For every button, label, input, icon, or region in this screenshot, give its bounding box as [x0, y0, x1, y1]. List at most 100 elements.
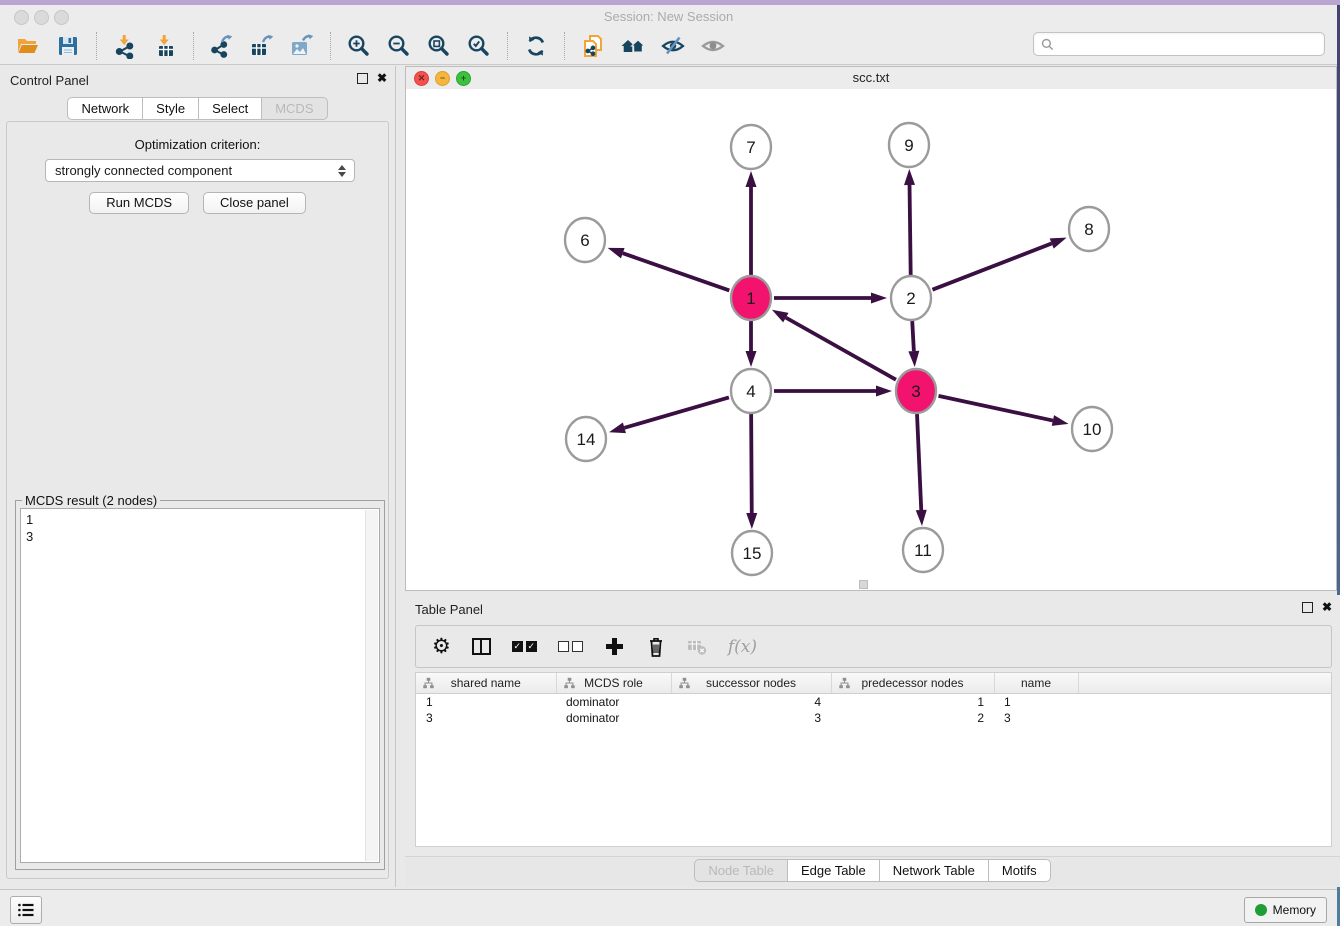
- edge-2-8[interactable]: [932, 243, 1051, 289]
- node-label-15: 15: [743, 544, 762, 563]
- delete-table-icon: [687, 638, 707, 656]
- edge-2-3[interactable]: [912, 321, 914, 351]
- cell-name[interactable]: 1: [994, 694, 1078, 711]
- zoom-out-icon[interactable]: [384, 31, 414, 61]
- control-tab-mcds[interactable]: MCDS: [262, 97, 327, 120]
- attribute-icon: [838, 677, 851, 689]
- export-table-icon[interactable]: [247, 31, 277, 61]
- toolbar-separator: [507, 32, 508, 60]
- node-label-1: 1: [746, 289, 755, 308]
- import-table-icon[interactable]: [150, 31, 180, 61]
- edge-arrow-3-10: [1052, 415, 1069, 426]
- table-row[interactable]: 1dominator411: [416, 694, 1331, 711]
- cell-predecessor-nodes[interactable]: 2: [831, 710, 994, 726]
- cell-predecessor-nodes[interactable]: 1: [831, 694, 994, 711]
- table-tab-node-table[interactable]: Node Table: [694, 859, 788, 882]
- zoom-fit-icon[interactable]: [424, 31, 454, 61]
- delete-row-icon[interactable]: [646, 635, 666, 658]
- cell-shared-name[interactable]: 3: [416, 710, 556, 726]
- export-image-icon[interactable]: [287, 31, 317, 61]
- search-input[interactable]: [1058, 34, 1324, 54]
- edge-arrow-2-3: [908, 351, 919, 367]
- network-title: scc.txt: [406, 70, 1336, 85]
- select-all-columns-icon[interactable]: ✓✓: [512, 641, 537, 652]
- network-graph[interactable]: 1234678910111415: [406, 89, 1336, 591]
- function-builder-icon: f(x): [728, 637, 757, 657]
- network-canvas[interactable]: 1234678910111415: [406, 89, 1336, 590]
- column-header-shared-name[interactable]: shared name: [416, 673, 556, 694]
- criterion-value: strongly connected component: [46, 163, 333, 178]
- node-label-11: 11: [914, 541, 932, 560]
- edge-arrow-4-3: [876, 386, 892, 397]
- import-network-icon[interactable]: [110, 31, 140, 61]
- edge-2-9[interactable]: [910, 185, 911, 275]
- column-header-mcds-role[interactable]: MCDS role: [556, 673, 671, 694]
- column-header-name[interactable]: name: [994, 673, 1078, 694]
- task-history-button[interactable]: [10, 896, 42, 924]
- table-settings-icon[interactable]: ⚙: [432, 636, 451, 657]
- column-header-predecessor-nodes[interactable]: predecessor nodes: [831, 673, 994, 694]
- table-tab-motifs[interactable]: Motifs: [989, 859, 1051, 882]
- float-panel-icon[interactable]: [357, 73, 368, 84]
- column-header-successor-nodes[interactable]: successor nodes: [671, 673, 831, 694]
- table-panel-title: Table Panel: [415, 602, 483, 617]
- select-stepper-icon: [333, 165, 351, 177]
- edge-4-15[interactable]: [751, 414, 752, 513]
- cell-successor-nodes[interactable]: 4: [671, 694, 831, 711]
- table-tab-network-table[interactable]: Network Table: [880, 859, 989, 882]
- deselect-all-columns-icon[interactable]: [558, 641, 583, 652]
- node-table: shared nameMCDS rolesuccessor nodesprede…: [415, 672, 1332, 847]
- table-toolbar: ⚙ ✓✓ f(x): [415, 625, 1332, 668]
- cell-successor-nodes[interactable]: 3: [671, 710, 831, 726]
- control-tab-select[interactable]: Select: [199, 97, 262, 120]
- refresh-view-icon[interactable]: [521, 31, 551, 61]
- copy-network-icon[interactable]: [578, 31, 608, 61]
- mcds-result-text[interactable]: 1 3: [20, 508, 380, 863]
- edge-3-10[interactable]: [938, 396, 1052, 421]
- edge-arrow-2-9: [904, 169, 915, 185]
- application-window: Session: New Session Control Panel: [0, 0, 1340, 926]
- table-row[interactable]: 3dominator323: [416, 710, 1331, 726]
- node-label-4: 4: [746, 382, 755, 401]
- zoom-selected-icon[interactable]: [464, 31, 494, 61]
- close-panel-icon[interactable]: ✖: [377, 72, 387, 84]
- edge-4-14[interactable]: [624, 397, 729, 427]
- show-columns-icon[interactable]: [472, 638, 491, 655]
- show-selected-icon[interactable]: [698, 31, 728, 61]
- open-session-icon[interactable]: [13, 31, 43, 61]
- cell-mcds-role[interactable]: dominator: [556, 694, 671, 711]
- attribute-icon: [678, 677, 691, 689]
- zoom-in-icon[interactable]: [344, 31, 374, 61]
- show-all-networks-icon[interactable]: [618, 31, 648, 61]
- result-scrollbar[interactable]: [365, 510, 378, 861]
- node-label-7: 7: [746, 138, 755, 157]
- node-label-9: 9: [904, 136, 913, 155]
- node-label-10: 10: [1083, 420, 1102, 439]
- hide-selected-icon[interactable]: [658, 31, 688, 61]
- control-tab-style[interactable]: Style: [143, 97, 199, 120]
- list-icon: [17, 902, 35, 918]
- cell-mcds-role[interactable]: dominator: [556, 710, 671, 726]
- canvas-resize-handle[interactable]: [859, 580, 868, 589]
- criterion-select[interactable]: strongly connected component: [45, 159, 355, 182]
- table-tab-edge-table[interactable]: Edge Table: [788, 859, 880, 882]
- run-mcds-button[interactable]: Run MCDS: [89, 192, 189, 214]
- cell-name[interactable]: 3: [994, 710, 1078, 726]
- cell-shared-name[interactable]: 1: [416, 694, 556, 711]
- node-label-3: 3: [911, 382, 920, 401]
- control-tab-network[interactable]: Network: [67, 97, 143, 120]
- node-label-6: 6: [580, 231, 589, 250]
- attribute-icon: [422, 677, 435, 689]
- edge-3-1[interactable]: [786, 318, 896, 380]
- search-box[interactable]: [1033, 32, 1325, 56]
- float-table-panel-icon[interactable]: [1302, 602, 1313, 613]
- close-table-panel-icon[interactable]: ✖: [1322, 601, 1332, 613]
- memory-button[interactable]: Memory: [1244, 897, 1327, 923]
- toolbar-separator: [564, 32, 565, 60]
- save-session-icon[interactable]: [53, 31, 83, 61]
- edge-3-11[interactable]: [917, 414, 921, 510]
- edge-1-6[interactable]: [623, 253, 730, 290]
- export-network-icon[interactable]: [207, 31, 237, 61]
- add-row-icon[interactable]: [604, 636, 625, 657]
- close-panel-button[interactable]: Close panel: [203, 192, 306, 214]
